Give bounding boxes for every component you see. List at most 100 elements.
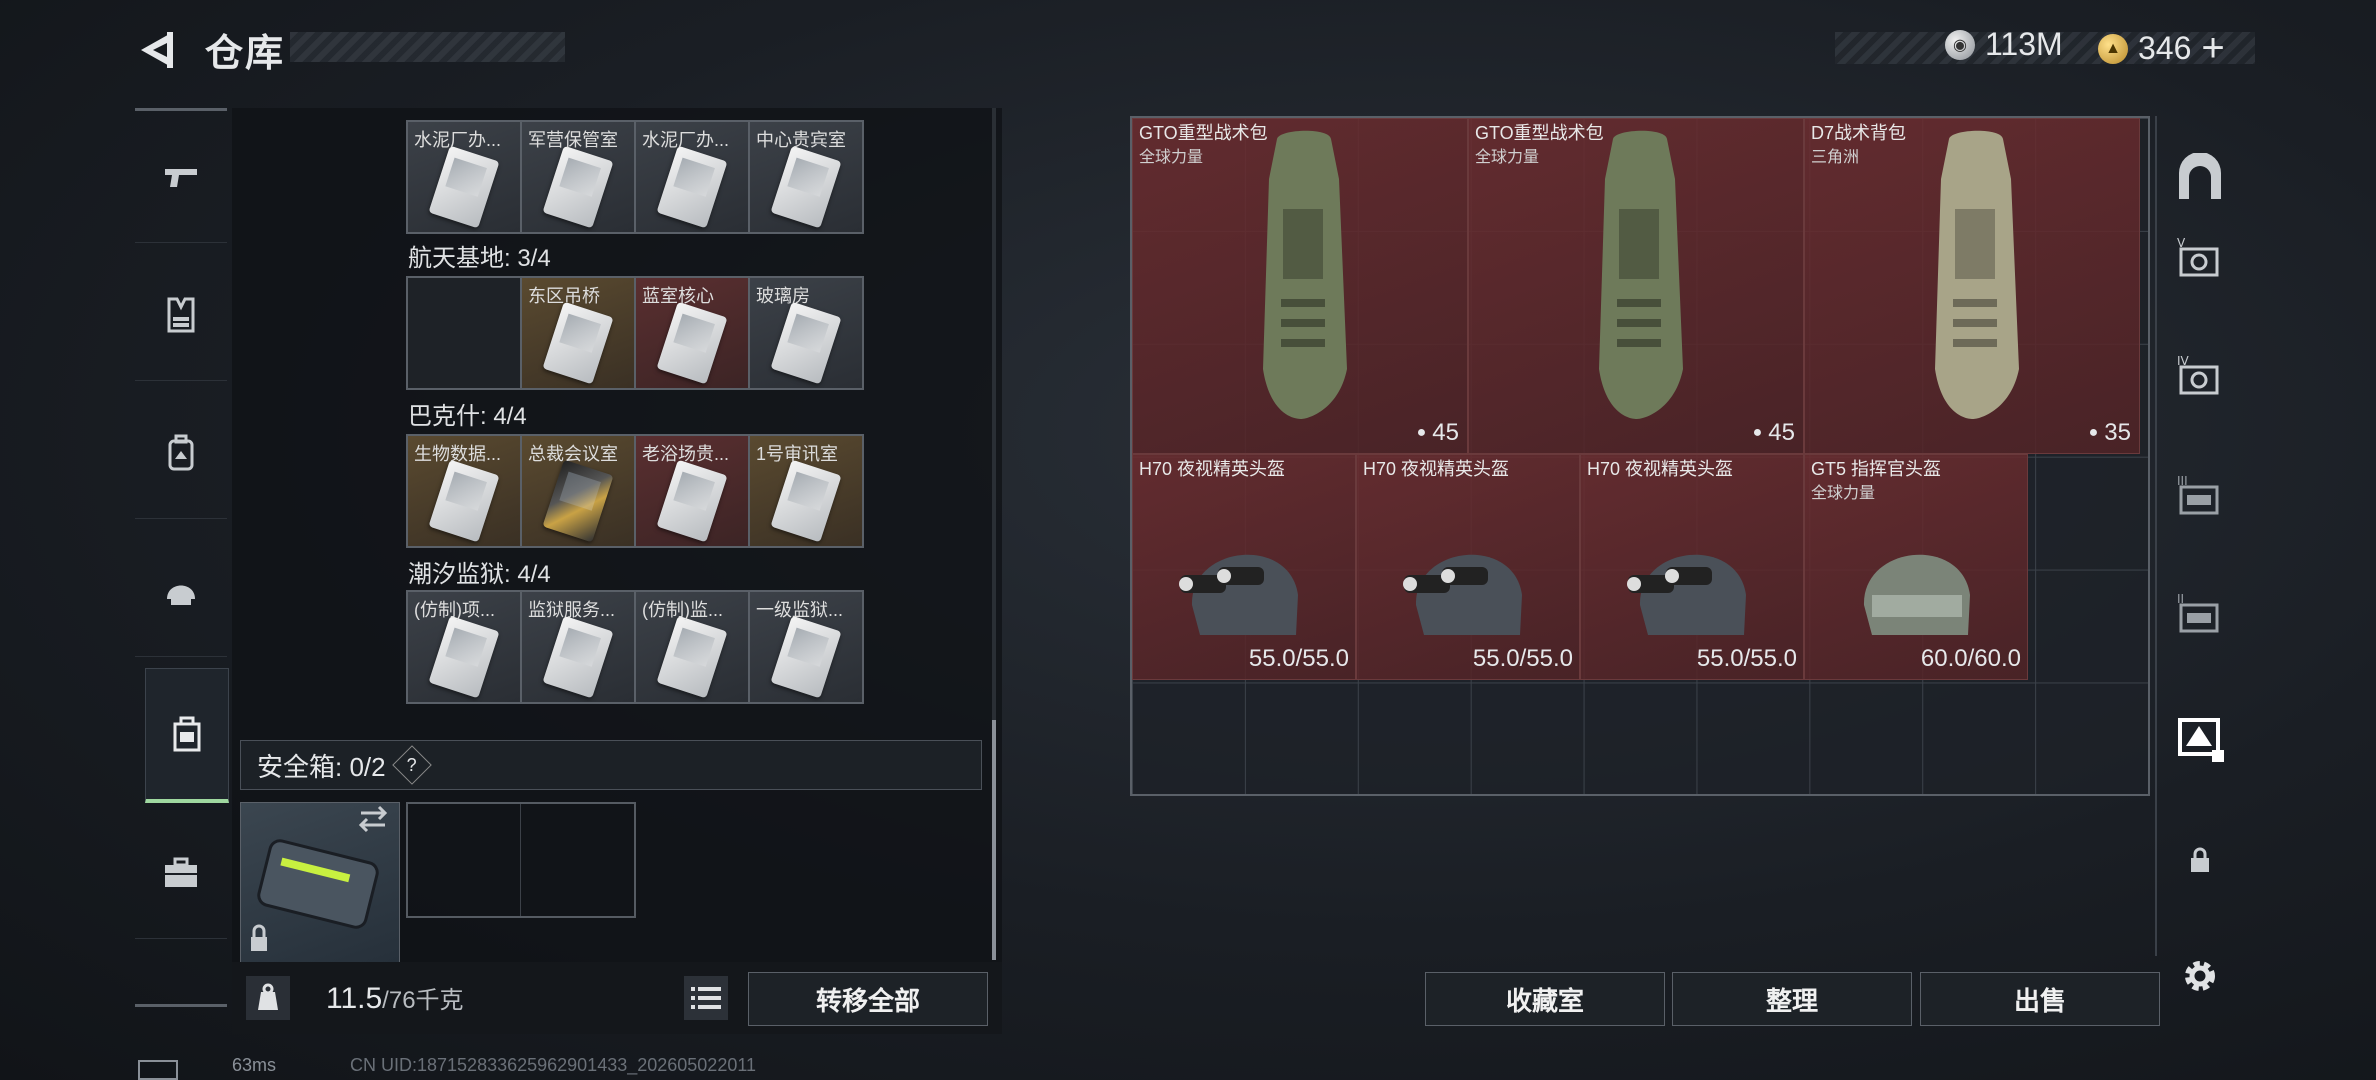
page-title: 仓库 xyxy=(205,33,286,75)
battery-icon xyxy=(138,1060,178,1080)
key-slot[interactable]: 一级监狱... xyxy=(750,592,862,702)
left-nav xyxy=(135,108,229,1008)
keycard-icon xyxy=(542,615,614,699)
key-grid-3: 生物数据... 总裁会议室 老浴场贵... 1号审讯室 xyxy=(406,434,864,548)
storage-tab-1[interactable] xyxy=(2170,708,2230,768)
title-decoration xyxy=(290,32,565,62)
helmet-item[interactable]: H70 夜视精英头盔 55.0/55.0 xyxy=(1580,454,1804,680)
key-slot[interactable]: 监狱服务... xyxy=(522,592,634,702)
item-brand: 全球力量 xyxy=(1475,149,1540,166)
item-name: D7战术背包 xyxy=(1811,123,1907,143)
item-durability: 55.0/55.0 xyxy=(1472,645,1573,672)
keycard-icon xyxy=(542,145,614,229)
weight-icon xyxy=(246,976,290,1020)
backpack-item[interactable]: GTO重型战术包 全球力量 ● 45 xyxy=(1468,118,1804,454)
key-slot[interactable]: 蓝室核心 xyxy=(636,278,748,388)
settings-button[interactable] xyxy=(2170,946,2230,1006)
safebox-item[interactable] xyxy=(240,802,400,964)
nav-weapons[interactable] xyxy=(135,112,227,243)
key-slot[interactable]: 中心贵宾室 xyxy=(750,122,862,232)
keycard-icon xyxy=(656,301,728,385)
key-slot[interactable]: (仿制)项... xyxy=(408,592,520,702)
key-label: 水泥厂办... xyxy=(642,130,730,150)
add-currency-button[interactable]: + xyxy=(2201,26,2224,71)
section-label-space-base: 航天基地: 3/4 xyxy=(408,245,551,272)
storage-scrollbar[interactable] xyxy=(2155,116,2157,956)
item-capacity: ● 45 xyxy=(1752,419,1795,446)
back-button[interactable] xyxy=(130,22,188,78)
locked-tab[interactable] xyxy=(2170,830,2230,890)
key-slot[interactable]: 玻璃房 xyxy=(750,278,862,388)
silver-coin-icon: ◉ xyxy=(1945,29,1975,60)
storage-tab-2[interactable]: II xyxy=(2170,584,2230,644)
key-slot[interactable]: 军营保管室 xyxy=(522,122,634,232)
key-label: (仿制)监... xyxy=(642,600,723,620)
item-capacity: ● 35 xyxy=(2088,419,2131,446)
backpack-item[interactable]: D7战术背包 三角洲 ● 35 xyxy=(1804,118,2140,454)
gold-value: 346 xyxy=(2138,30,2192,66)
key-label: (仿制)项... xyxy=(414,600,495,620)
item-brand: 全球力量 xyxy=(1811,485,1876,502)
keycard-icon xyxy=(770,301,842,385)
key-slot[interactable]: 总裁会议室 xyxy=(522,436,634,546)
help-button[interactable]: ? xyxy=(391,745,432,785)
key-slot[interactable]: 生物数据... xyxy=(408,436,520,546)
transfer-all-button[interactable]: 转移全部 xyxy=(748,972,988,1026)
nav-toolbox[interactable] xyxy=(135,808,227,939)
backpack-icon xyxy=(1935,130,2019,419)
nav-helmet[interactable] xyxy=(135,526,227,657)
ping-indicator: 63ms xyxy=(232,1055,277,1075)
organize-button[interactable]: 整理 xyxy=(1672,972,1912,1026)
storage-tab-4[interactable]: IV xyxy=(2170,346,2230,406)
key-slot[interactable]: 老浴场贵... xyxy=(636,436,748,546)
item-name: H70 夜视精英头盔 xyxy=(1587,459,1734,479)
keycard-icon xyxy=(770,459,842,543)
key-slot[interactable]: 水泥厂办... xyxy=(636,122,748,232)
item-brand: 三角洲 xyxy=(1811,149,1860,166)
keycard-icon xyxy=(428,459,500,543)
storage-page-4-icon: IV xyxy=(2177,354,2219,395)
sell-button[interactable]: 出售 xyxy=(1920,972,2160,1026)
scrollbar-thumb[interactable] xyxy=(992,720,996,960)
nav-backpack[interactable] xyxy=(135,388,227,519)
key-slot[interactable]: (仿制)监... xyxy=(636,592,748,702)
key-slot[interactable]: 水泥厂办... xyxy=(408,122,520,232)
keycard-icon xyxy=(542,459,614,543)
safebox-label: 安全箱: 0/2 xyxy=(257,751,386,782)
safebox-empty-slots[interactable] xyxy=(406,802,636,918)
storage-page-2-icon: II xyxy=(2177,592,2219,633)
gold-coin-icon: ▲ xyxy=(2098,33,2128,64)
keycard-icon xyxy=(656,615,728,699)
storage-tab-all[interactable] xyxy=(2170,148,2230,208)
storage-grid[interactable]: GTO重型战术包 全球力量 ● 45 GTO重型战术包 全球力量 ● 45 D7战术背包 三角洲 ●… xyxy=(1130,116,2150,796)
list-icon xyxy=(691,987,721,1009)
nav-safebox[interactable] xyxy=(145,668,229,803)
keycard-icon xyxy=(656,459,728,543)
gold-currency[interactable]: ▲ 346 + xyxy=(2098,26,2225,71)
silver-currency: ◉ 113M xyxy=(1945,26,2063,63)
helmet-item[interactable]: H70 夜视精英头盔 55.0/55.0 xyxy=(1132,454,1356,680)
key-label: 中心贵宾室 xyxy=(756,130,846,150)
collection-room-button[interactable]: 收藏室 xyxy=(1425,972,1665,1026)
storage-tab-5[interactable]: V xyxy=(2170,228,2230,288)
key-label: 生物数据... xyxy=(414,444,502,464)
section-label-bakesh: 巴克什: 4/4 xyxy=(408,403,527,430)
list-view-button[interactable] xyxy=(684,976,728,1020)
item-name: GT5 指挥官头盔 xyxy=(1811,459,1942,479)
helmet-item[interactable]: GT5 指挥官头盔 全球力量 60.0/60.0 xyxy=(1804,454,2028,680)
key-slot[interactable] xyxy=(408,278,520,388)
key-label: 蓝室核心 xyxy=(642,286,714,306)
backpack-item[interactable]: GTO重型战术包 全球力量 ● 45 xyxy=(1132,118,1468,454)
section-label-tidal-prison: 潮汐监狱: 4/4 xyxy=(408,561,551,588)
key-slot[interactable]: 东区吊桥 xyxy=(522,278,634,388)
pistol-icon xyxy=(165,169,197,187)
storage-tab-3[interactable]: III xyxy=(2170,466,2230,526)
nav-vest[interactable] xyxy=(135,250,227,381)
item-capacity: ● 45 xyxy=(1416,419,1459,446)
key-label: 玻璃房 xyxy=(756,286,810,306)
safebox-case-icon xyxy=(251,805,388,951)
key-grid-2: 东区吊桥 蓝室核心 玻璃房 xyxy=(406,276,864,390)
helmet-item[interactable]: H70 夜视精英头盔 55.0/55.0 xyxy=(1356,454,1580,680)
key-label: 一级监狱... xyxy=(756,600,844,620)
key-slot[interactable]: 1号审讯室 xyxy=(750,436,862,546)
